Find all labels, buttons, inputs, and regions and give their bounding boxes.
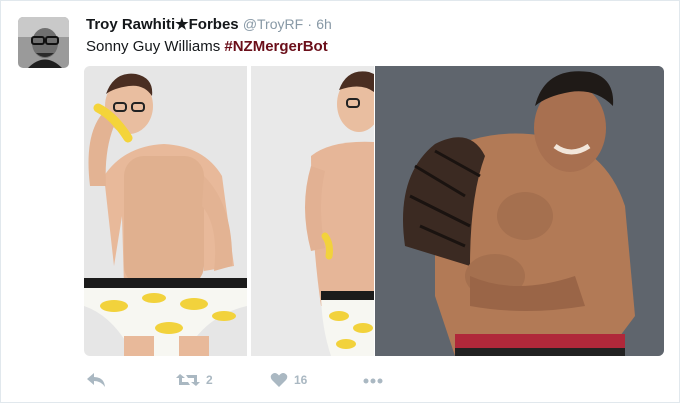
tweet-media[interactable] (84, 66, 664, 356)
retweet-count: 2 (206, 373, 213, 387)
like-count: 16 (294, 373, 308, 387)
reply-icon (87, 373, 105, 387)
retweet-icon (176, 374, 200, 386)
more-button[interactable] (362, 368, 384, 392)
tweet-time[interactable]: 6h (316, 16, 332, 32)
reply-button[interactable] (86, 368, 106, 392)
photo-man-banana-phone-2[interactable] (251, 66, 374, 356)
photo-boxer-pose[interactable] (375, 66, 664, 356)
time-separator: · (307, 16, 313, 32)
tweet-text: Sonny Guy Williams #NZMergerBot (86, 37, 328, 57)
heart-icon (270, 373, 288, 387)
more-icon (363, 378, 383, 384)
tweet-actions: 2 16 (84, 368, 484, 392)
retweet-button[interactable]: 2 (176, 368, 213, 392)
photo-man-banana-phone[interactable] (84, 66, 247, 356)
like-button[interactable]: 16 (270, 368, 307, 392)
hashtag-link[interactable]: #NZMergerBot (224, 38, 327, 55)
tweet-body: Sonny Guy Williams (86, 38, 225, 55)
avatar[interactable] (18, 17, 69, 68)
tweet-header: Troy Rawhiti★Forbes @TroyRF · 6h (86, 15, 332, 34)
author-name[interactable]: Troy Rawhiti★Forbes (86, 16, 239, 33)
author-handle[interactable]: @TroyRF (243, 16, 303, 32)
